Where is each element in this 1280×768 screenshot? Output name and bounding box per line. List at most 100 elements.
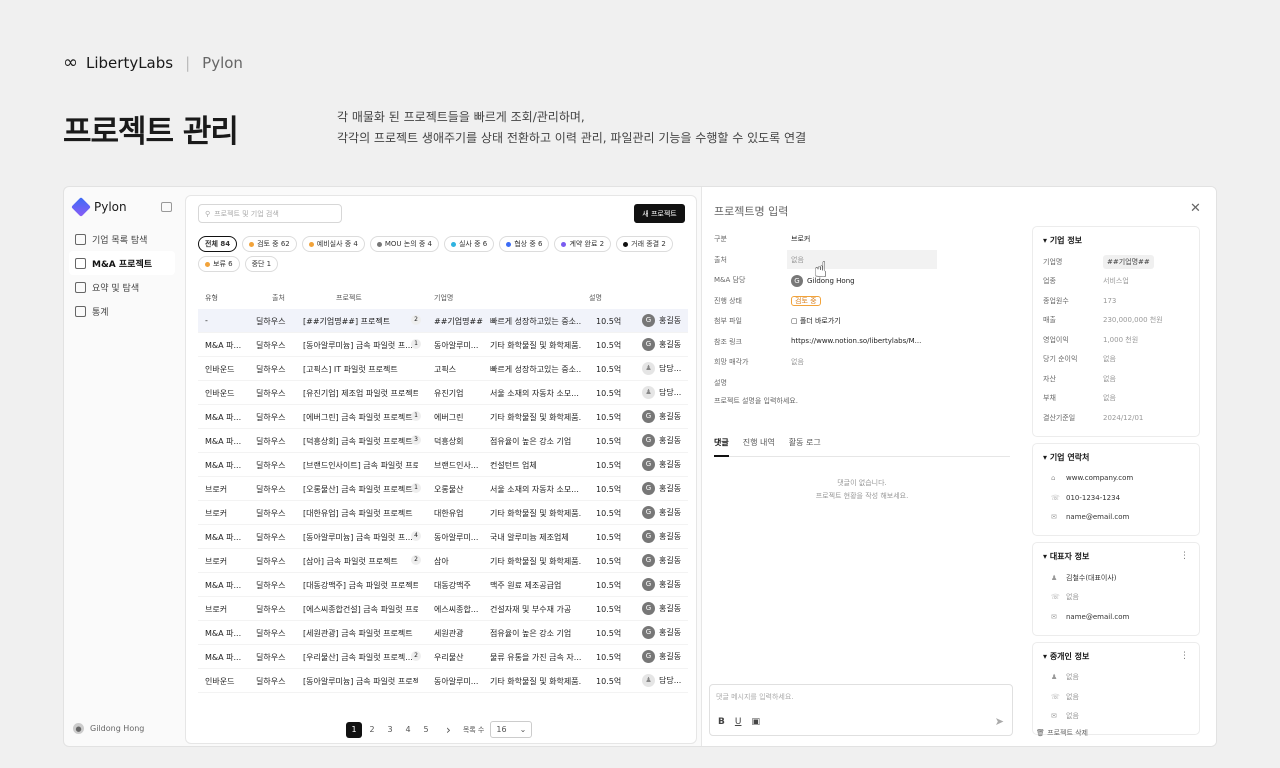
- table-row[interactable]: 인바운드 딜하우스 [유진기업] 제조업 파일럿 프로젝트 유진기업 서울 소재의 자동…: [198, 381, 688, 405]
- tab-activity-log[interactable]: 활동 로그: [789, 437, 821, 456]
- property-row: M&A 담당 G Gildong Hong: [714, 275, 855, 287]
- sidebar-item-stats[interactable]: 통계: [69, 299, 175, 323]
- filter-chip[interactable]: 실사 중 6: [443, 236, 495, 252]
- cell-project: [대동강맥주] 금속 파일럿 프로젝트: [303, 581, 418, 590]
- property-row: 희망 매각가 없음: [714, 357, 804, 367]
- cell-project: [세원관광] 금속 파일럿 프로젝트: [303, 629, 413, 638]
- table-row[interactable]: M&A 파... 딜하우스 [에버그린] 금속 파일럿 프로젝트 1 에버그린 기타 화학…: [198, 405, 688, 429]
- cell-type: 브로커: [205, 509, 228, 518]
- comment-count-badge: 4: [411, 531, 421, 541]
- table-row[interactable]: - 딜하우스 [##기업명##] 프로젝트 2 ##기업명## 빠르게 성장하고있는 중소…: [198, 309, 688, 333]
- sidebar-nav: 기업 목록 탐색 M&A 프로젝트 요약 및 탐색 통계: [69, 227, 175, 323]
- filter-chip[interactable]: MOU 논의 중 4: [369, 236, 439, 252]
- send-icon[interactable]: ➤: [995, 715, 1004, 728]
- pagination: 12345 › 목록 수 16 ⌄: [346, 721, 533, 738]
- cell-type: 인바운드: [205, 677, 235, 686]
- sidebar-toggle-icon[interactable]: [161, 202, 172, 212]
- property-value[interactable]: 없음: [791, 357, 804, 367]
- filter-chip[interactable]: 검토 중 62: [242, 236, 297, 252]
- project-list-panel: ⚲ 프로젝트 및 기업 검색 새 프로젝트 전체 84 검토 중 62 예비실사 중…: [185, 195, 697, 744]
- tab-comments[interactable]: 댓글: [714, 437, 729, 457]
- cell-type: 브로커: [205, 557, 228, 566]
- avatar: G: [642, 506, 655, 519]
- avatar: G: [642, 434, 655, 447]
- page-button[interactable]: 4: [400, 722, 416, 738]
- table-row[interactable]: M&A 파... 딜하우스 [동아알루미늄] 금속 파일럿 프... 1 동아알루미..…: [198, 333, 688, 357]
- page-button[interactable]: 3: [382, 722, 398, 738]
- property-value[interactable]: 검토 중: [791, 295, 821, 306]
- property-value[interactable]: ▢ 폴더 바로가기: [791, 316, 841, 326]
- cell-project: [오롱물산] 금속 파일럿 프로젝트: [303, 485, 413, 494]
- cell-project: [유진기업] 제조업 파일럿 프로젝트: [303, 389, 418, 398]
- home-icon: ⌂: [1051, 474, 1056, 483]
- description-input[interactable]: 프로젝트 설명을 입력하세요.: [714, 396, 798, 406]
- brand-name: LibertyLabs: [86, 53, 174, 72]
- cell-source: 딜하우스: [256, 413, 286, 422]
- table-row[interactable]: 브로커 딜하우스 [대한유업] 금속 파일럿 프로젝트 대한유업 기타 화학물질 및 화…: [198, 501, 688, 525]
- cell-company: 고픽스: [434, 365, 457, 374]
- next-page-button[interactable]: ›: [446, 723, 451, 737]
- table-row[interactable]: M&A 파... 딜하우스 [덕흥상회] 금속 파일럿 프로젝트 3 덕흥상회 점유율이 …: [198, 429, 688, 453]
- comment-composer[interactable]: 댓글 메시지를 입력하세요. B U ▣ ➤: [709, 684, 1013, 736]
- tab-history[interactable]: 진행 내역: [743, 437, 775, 456]
- company-field: 부채 없음: [1043, 394, 1116, 403]
- bold-icon[interactable]: B: [718, 717, 725, 727]
- property-value[interactable]: https://www.notion.so/libertylabs/M...: [791, 337, 921, 345]
- sidebar-user[interactable]: ● Gildong Hong: [73, 723, 144, 734]
- filter-chip[interactable]: 보류 6: [198, 256, 240, 272]
- mail-icon: ✉: [1051, 513, 1057, 522]
- table-row[interactable]: 브로커 딜하우스 [오롱물산] 금속 파일럿 프로젝트 1 오롱물산 서울 소재의 자동차…: [198, 477, 688, 501]
- table-row[interactable]: M&A 파... 딜하우스 [대동강맥주] 금속 파일럿 프로젝트 대동강맥주 맥주 원…: [198, 573, 688, 597]
- pylon-logo-icon: [71, 197, 91, 217]
- table-row[interactable]: 인바운드 딜하우스 [동아알루미늄] 금속 파일럿 프로젝... 동아알루미... 기타…: [198, 669, 688, 693]
- delete-project-button[interactable]: 🗑 프로젝트 삭제: [1036, 728, 1088, 738]
- filter-chip[interactable]: 중단 1: [244, 256, 279, 272]
- comment-count-badge: 3: [411, 435, 421, 445]
- close-icon[interactable]: ✕: [1190, 201, 1201, 216]
- filter-chip[interactable]: 계약 완료 2: [554, 236, 612, 252]
- new-project-button[interactable]: 새 프로젝트: [634, 204, 685, 223]
- table-row[interactable]: M&A 파... 딜하우스 [우리물산] 금속 파일럿 프로젝... 2 우리물산 물류 …: [198, 645, 688, 669]
- cell-type: M&A 파...: [205, 341, 242, 350]
- image-icon[interactable]: ▣: [751, 717, 760, 727]
- cell-description: 물류 유통을 가진 금속 자...: [490, 653, 582, 662]
- filter-chip[interactable]: 협상 중 6: [499, 236, 550, 252]
- status-dot-icon: [376, 241, 382, 247]
- company-field: 영업이익 1,000 천원: [1043, 335, 1139, 344]
- filter-chip[interactable]: 거래 종결 2: [616, 236, 673, 252]
- infinity-logo-icon: ∞: [63, 52, 78, 73]
- cell-company: 에버그린: [434, 413, 464, 422]
- project-name-input[interactable]: 프로젝트명 입력: [714, 203, 788, 219]
- filter-chip[interactable]: 예비실사 중 4: [301, 236, 365, 252]
- more-icon[interactable]: ⋮: [1180, 551, 1189, 561]
- table-row[interactable]: M&A 파... 딜하우스 [세원관광] 금속 파일럿 프로젝트 세원관광 점유율이 높…: [198, 621, 688, 645]
- filter-chip[interactable]: 전체 84: [198, 236, 238, 252]
- cell-source: 딜하우스: [256, 581, 286, 590]
- page-button[interactable]: 2: [364, 722, 380, 738]
- property-value[interactable]: 브로커: [791, 234, 810, 244]
- comment-input[interactable]: 댓글 메시지를 입력하세요.: [716, 692, 794, 702]
- table-row[interactable]: 인바운드 딜하우스 [고픽스] IT 파일럿 프로젝트 고픽스 빠르게 성장하고있는 중…: [198, 357, 688, 381]
- more-icon[interactable]: ⋮: [1180, 651, 1189, 661]
- cell-description: 서울 소재의 자동차 소모...: [490, 389, 579, 398]
- page-button[interactable]: 1: [346, 721, 362, 738]
- table-row[interactable]: 브로커 딜하우스 [삼아] 금속 파일럿 프로젝트 2 삼아 기타 화학물질 및 화학제품…: [198, 549, 688, 573]
- empty-comments: 댓글이 없습니다. 프로젝트 현황을 작성 해보세요.: [815, 479, 909, 500]
- underline-icon[interactable]: U: [735, 717, 742, 727]
- cell-project: [브랜드인사이트] 금속 파일럿 프로...: [303, 461, 418, 470]
- cell-source: 딜하우스: [256, 365, 286, 374]
- ceo-info-card: ▾ 대표자 정보 ⋮ ♟ 김철수(대표이사) ☏ 없음 ✉ name@email.co…: [1032, 542, 1200, 636]
- search-input[interactable]: ⚲ 프로젝트 및 기업 검색: [198, 204, 342, 223]
- cell-assignee: G 홍길동: [642, 338, 681, 351]
- sidebar-item-company-search[interactable]: 기업 목록 탐색: [69, 227, 175, 251]
- sidebar-item-summary[interactable]: 요약 및 탐색: [69, 275, 175, 299]
- property-value[interactable]: 없음: [787, 249, 937, 269]
- cell-amount: 10.5억: [596, 653, 622, 662]
- table-row[interactable]: 브로커 딜하우스 [에스씨종합건설] 금속 파일럿 프로... 에스씨종합... 건설자…: [198, 597, 688, 621]
- table-row[interactable]: M&A 파... 딜하우스 [브랜드인사이트] 금속 파일럿 프로... 브랜드인사.…: [198, 453, 688, 477]
- page-button[interactable]: 5: [418, 722, 434, 738]
- sidebar-item-mna-projects[interactable]: M&A 프로젝트: [69, 251, 175, 275]
- cell-amount: 10.5억: [596, 533, 622, 542]
- table-row[interactable]: M&A 파... 딜하우스 [동아알루미늄] 금속 파일럿 프... 4 동아알루미..…: [198, 525, 688, 549]
- page-size-select[interactable]: 16 ⌄: [490, 721, 533, 738]
